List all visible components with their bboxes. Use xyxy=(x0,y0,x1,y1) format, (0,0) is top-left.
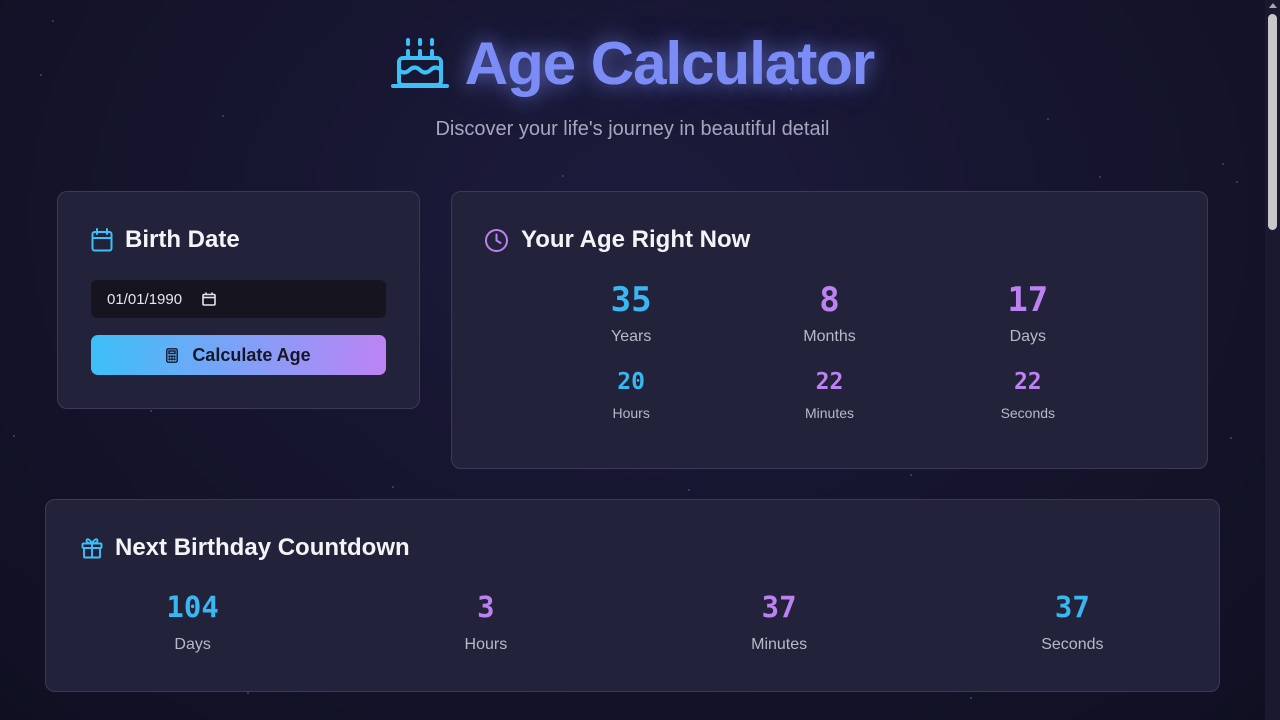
page-header: Age Calculator Discover your life's jour… xyxy=(0,28,1265,141)
calendar-picker-icon[interactable] xyxy=(202,292,216,306)
countdown-days-stat: 104 Days xyxy=(46,590,339,654)
age-years-label: Years xyxy=(610,328,652,345)
countdown-minutes-stat: 37 Minutes xyxy=(633,590,926,654)
age-seconds-stat: 22 Seconds xyxy=(948,369,1108,421)
current-age-card: Your Age Right Now 35 Years 8 Months 17 … xyxy=(451,191,1208,469)
countdown-hours-stat: 3 Hours xyxy=(339,590,632,654)
age-hours-value: 20 xyxy=(617,369,645,395)
age-minutes-value: 22 xyxy=(815,369,844,395)
current-age-title: Your Age Right Now xyxy=(521,226,751,253)
countdown-title: Next Birthday Countdown xyxy=(115,534,410,561)
countdown-minutes-label: Minutes xyxy=(751,636,808,653)
birth-date-title: Birth Date xyxy=(125,226,240,253)
birth-date-input[interactable]: 01/01/1990 xyxy=(91,280,386,318)
age-months-value: 8 xyxy=(819,280,840,320)
age-days-value: 17 xyxy=(1007,280,1049,320)
age-minutes-stat: 22 Minutes xyxy=(749,369,909,421)
clock-icon xyxy=(485,228,508,252)
age-years-stat: 35 Years xyxy=(551,280,711,346)
birthday-countdown-card: Next Birthday Countdown 104 Days 3 Hours… xyxy=(45,499,1220,692)
countdown-seconds-stat: 37 Seconds xyxy=(926,590,1219,654)
page-scrollbar[interactable] xyxy=(1265,0,1280,720)
age-minutes-label: Minutes xyxy=(804,405,854,421)
age-months-label: Months xyxy=(803,328,856,345)
age-hours-label: Hours xyxy=(612,405,650,421)
age-seconds-label: Seconds xyxy=(1000,405,1056,421)
countdown-days-label: Days xyxy=(174,636,211,653)
scrollbar-thumb[interactable] xyxy=(1268,14,1277,230)
countdown-days-value: 104 xyxy=(166,590,219,624)
countdown-hours-value: 3 xyxy=(477,590,495,624)
age-hours-stat: 20 Hours xyxy=(551,369,711,421)
age-months-stat: 8 Months xyxy=(749,280,909,346)
gift-icon xyxy=(81,538,103,559)
scroll-up-arrow-icon[interactable] xyxy=(1269,3,1277,8)
birthday-cake-icon xyxy=(390,38,449,88)
page-subtitle: Discover your life's journey in beautifu… xyxy=(435,118,830,140)
calculate-age-button[interactable]: Calculate Age xyxy=(91,335,386,375)
calendar-icon xyxy=(91,228,113,252)
age-days-label: Days xyxy=(1009,328,1047,345)
countdown-seconds-label: Seconds xyxy=(1041,636,1104,653)
age-days-stat: 17 Days xyxy=(948,280,1108,346)
age-years-value: 35 xyxy=(610,280,652,320)
calculator-icon xyxy=(166,347,179,363)
calculate-age-label: Calculate Age xyxy=(192,344,311,365)
page-title: Age Calculator xyxy=(464,29,875,97)
birth-date-card: Birth Date 01/01/1990 Calculate Age xyxy=(57,191,420,409)
countdown-minutes-value: 37 xyxy=(761,590,797,624)
birth-date-value: 01/01/1990 xyxy=(107,290,183,308)
countdown-seconds-value: 37 xyxy=(1054,590,1090,624)
age-seconds-value: 22 xyxy=(1013,369,1042,395)
countdown-hours-label: Hours xyxy=(464,636,508,653)
